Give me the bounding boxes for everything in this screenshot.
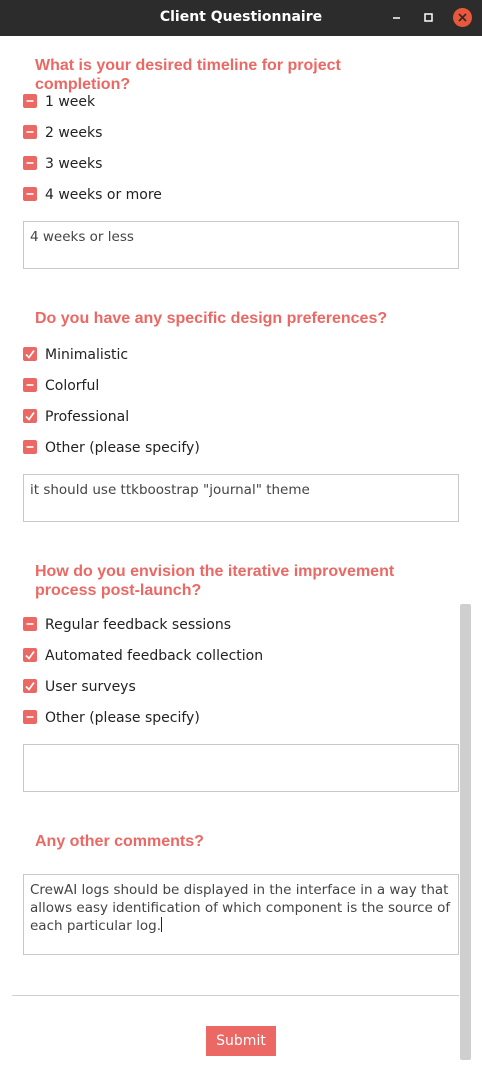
option-label: Other (please specify) — [45, 710, 200, 726]
unchecked-checkbox-icon[interactable] — [23, 378, 37, 392]
unchecked-checkbox-icon[interactable] — [23, 710, 37, 724]
submit-button[interactable]: Submit — [206, 1026, 276, 1056]
unchecked-checkbox-icon[interactable] — [23, 94, 37, 108]
option-label: Other (please specify) — [45, 440, 200, 456]
option-label: 2 weeks — [45, 125, 103, 141]
option-label: Professional — [45, 409, 130, 425]
question-title-comments: Any other comments? — [35, 833, 204, 850]
timeline-text-value: 4 weeks or less — [30, 229, 134, 245]
option-label: Automated feedback collection — [45, 648, 264, 664]
checked-checkbox-icon[interactable] — [23, 409, 37, 423]
checked-checkbox-icon[interactable] — [23, 679, 37, 693]
checked-checkbox-icon[interactable] — [23, 347, 37, 361]
option-label: 3 weeks — [45, 156, 103, 172]
unchecked-checkbox-icon[interactable] — [23, 125, 37, 139]
title-bar: Client Questionnaire — [0, 0, 482, 36]
option-label: 4 weeks or more — [45, 187, 162, 203]
close-icon[interactable] — [453, 8, 472, 27]
checked-checkbox-icon[interactable] — [23, 648, 37, 662]
comments-text-area[interactable]: CrewAI logs should be displayed in the i… — [23, 874, 459, 955]
option-label: Regular feedback sessions — [45, 617, 232, 633]
window-title: Client Questionnaire — [159, 9, 323, 25]
question-title-design: Do you have any specific design preferen… — [35, 310, 388, 327]
unchecked-checkbox-icon[interactable] — [23, 617, 37, 631]
option-label: Minimalistic — [45, 347, 129, 363]
text-caret — [161, 917, 162, 932]
unchecked-checkbox-icon[interactable] — [23, 187, 37, 201]
unchecked-checkbox-icon[interactable] — [23, 156, 37, 170]
minimize-icon[interactable] — [389, 8, 409, 28]
maximize-icon[interactable] — [419, 8, 439, 28]
option-label: Colorful — [45, 378, 100, 394]
design-text-value: it should use ttkboostrap "journal" them… — [30, 482, 310, 498]
timeline-text-field[interactable]: 4 weeks or less — [23, 221, 459, 269]
option-label: 1 week — [45, 94, 96, 110]
improvement-text-field[interactable] — [23, 744, 459, 792]
design-text-field[interactable]: it should use ttkboostrap "journal" them… — [23, 474, 459, 522]
scrollbar-thumb[interactable] — [460, 604, 471, 1060]
divider — [12, 995, 460, 996]
question-title-timeline: What is your desired timeline for projec… — [35, 57, 341, 93]
questionnaire-form: What is your desired timeline for projec… — [0, 36, 482, 1079]
option-label: User surveys — [45, 679, 136, 695]
comments-text-value: CrewAI logs should be displayed in the i… — [30, 882, 451, 934]
unchecked-checkbox-icon[interactable] — [23, 440, 37, 454]
question-title-improvement: How do you envision the iterative improv… — [35, 563, 395, 599]
